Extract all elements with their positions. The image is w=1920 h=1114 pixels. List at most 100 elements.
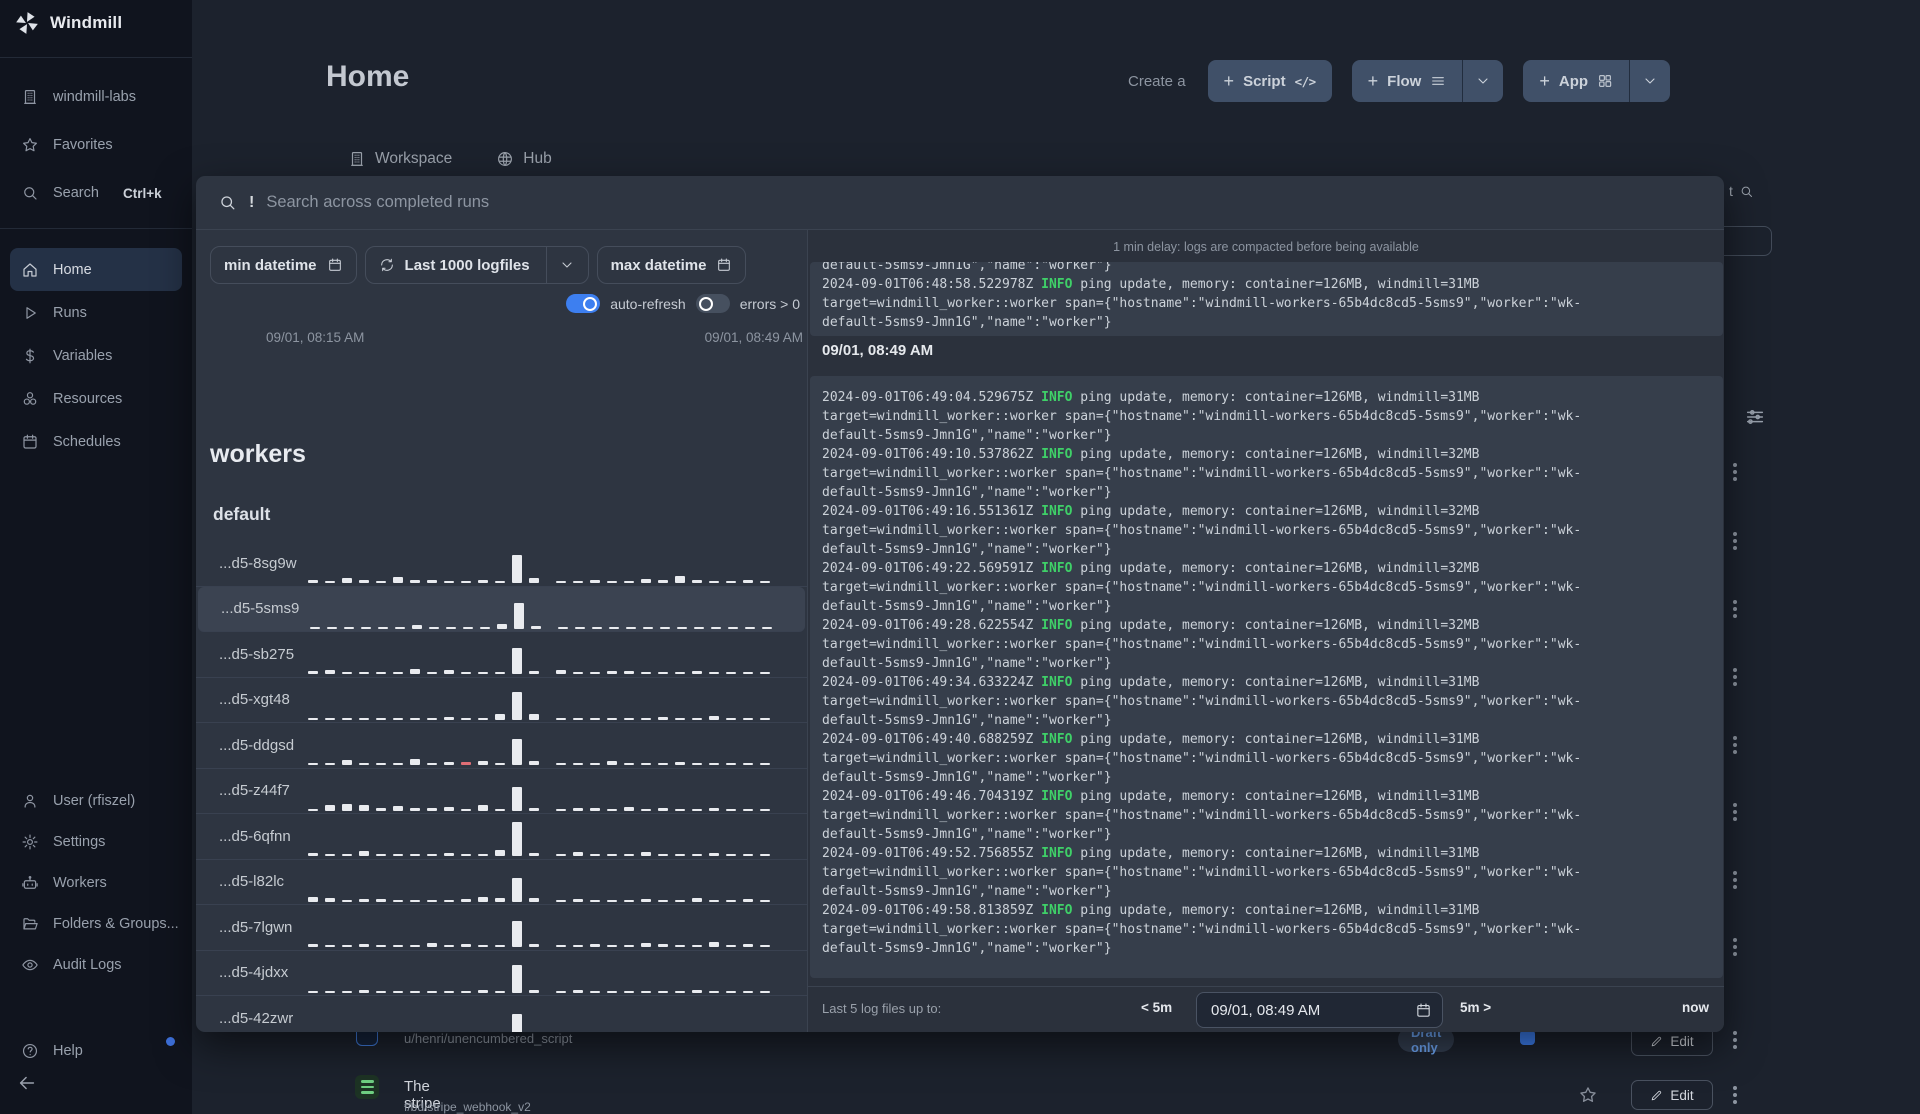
app: Home Workspace Hub Create a + Script </> +… bbox=[0, 0, 1920, 1114]
building-icon bbox=[348, 150, 366, 168]
sidebar-item-label: Runs bbox=[53, 304, 87, 321]
row-menu-kebab-icon[interactable] bbox=[1733, 463, 1738, 481]
robot-icon bbox=[21, 874, 39, 892]
worker-row-d5-4jdxx[interactable]: ...d5-4jdxx bbox=[196, 951, 807, 996]
min-datetime-button[interactable]: min datetime bbox=[210, 246, 357, 284]
sidebar-item-label: Variables bbox=[53, 347, 113, 364]
row-menu-kebab-icon[interactable] bbox=[1733, 1031, 1738, 1049]
range-start: 09/01, 08:15 AM bbox=[266, 330, 365, 345]
worker-row-d5-6qfnn[interactable]: ...d5-6qfnn bbox=[196, 814, 807, 860]
log-level-info: INFO bbox=[1041, 903, 1073, 918]
tab-hub[interactable]: Hub bbox=[496, 150, 552, 168]
sidebar-item-search[interactable]: Search Ctrl+k bbox=[0, 169, 192, 217]
sidebar-item-folders-groups[interactable]: Folders & Groups... bbox=[0, 903, 192, 944]
create-app-button[interactable]: + App bbox=[1523, 60, 1671, 102]
worker-name: ...d5-z44f7 bbox=[219, 782, 290, 800]
worker-row-d5-xgt48[interactable]: ...d5-xgt48 bbox=[196, 678, 807, 723]
max-datetime-button[interactable]: max datetime bbox=[596, 246, 747, 284]
now-button[interactable]: now bbox=[1682, 1000, 1709, 1015]
worker-row-d5-7lgwn[interactable]: ...d5-7lgwn bbox=[196, 905, 807, 951]
sidebar-item-label: Resources bbox=[53, 390, 123, 407]
logfiles-select[interactable]: Last 1000 logfiles bbox=[364, 246, 589, 284]
create-flow-dropdown[interactable] bbox=[1462, 60, 1503, 102]
chevron-down-icon bbox=[1475, 73, 1491, 89]
sidebar-item-runs[interactable]: Runs bbox=[0, 291, 192, 334]
search-icon bbox=[1739, 184, 1754, 199]
worker-row-d5-z44f7[interactable]: ...d5-z44f7 bbox=[196, 769, 807, 814]
globe-icon bbox=[496, 150, 514, 168]
row-menu-kebab-icon[interactable] bbox=[1733, 938, 1738, 956]
sidebar-item-audit-logs[interactable]: Audit Logs bbox=[0, 944, 192, 985]
sidebar-item-schedules[interactable]: Schedules bbox=[0, 420, 192, 463]
items-search-fragment[interactable]: t bbox=[1729, 183, 1754, 199]
home-tabs: Workspace Hub bbox=[348, 150, 552, 168]
create-flow-button[interactable]: + Flow bbox=[1351, 60, 1504, 102]
create-script-button[interactable]: + Script </> bbox=[1207, 60, 1332, 102]
search-fragment-text: t bbox=[1729, 183, 1733, 199]
edit-button[interactable]: Edit bbox=[1631, 1080, 1713, 1110]
favorite-star-icon[interactable] bbox=[1578, 1085, 1598, 1105]
runs-search-input[interactable]: ! Search across completed runs bbox=[196, 176, 1724, 230]
sidebar-item-settings[interactable]: Settings bbox=[0, 821, 192, 862]
row-menu-kebab-icon[interactable] bbox=[1733, 1086, 1738, 1104]
pencil-icon bbox=[1650, 1089, 1663, 1102]
row-menu-kebab-icon[interactable] bbox=[1733, 532, 1738, 550]
search-placeholder: Search across completed runs bbox=[266, 193, 490, 211]
calendar-icon bbox=[327, 257, 343, 273]
brand[interactable]: Windmill bbox=[14, 10, 122, 36]
divider bbox=[545, 246, 547, 284]
log-datetime-input[interactable]: 09/01, 08:49 AM bbox=[1196, 992, 1443, 1028]
collapse-sidebar-icon[interactable] bbox=[16, 1072, 38, 1094]
chevron-down-icon bbox=[559, 257, 575, 273]
create-app-dropdown[interactable] bbox=[1629, 60, 1670, 102]
tab-workspace-label: Workspace bbox=[375, 150, 453, 167]
tab-workspace[interactable]: Workspace bbox=[348, 150, 452, 168]
worker-row-d5-l82lc[interactable]: ...d5-l82lc bbox=[196, 860, 807, 905]
home-icon bbox=[21, 261, 39, 279]
worker-activity-sparkline bbox=[308, 684, 770, 720]
log-level-info: INFO bbox=[1041, 447, 1073, 462]
log-block-top[interactable]: default-5sms9-Jmn1G","name":"worker"} 202… bbox=[810, 262, 1723, 336]
worker-activity-sparkline bbox=[308, 638, 770, 675]
sidebar-item-variables[interactable]: Variables bbox=[0, 334, 192, 377]
row-menu-kebab-icon[interactable] bbox=[1733, 736, 1738, 754]
log-block-main[interactable]: 2024-09-01T06:49:04.529675Z INFO ping up… bbox=[810, 376, 1723, 978]
sidebar-item-home[interactable]: Home bbox=[10, 248, 182, 291]
worker-row-d5-8sg9w[interactable]: ...d5-8sg9w bbox=[196, 541, 807, 587]
row-menu-kebab-icon[interactable] bbox=[1733, 871, 1738, 889]
sidebar-item-user-rfiszel[interactable]: User (rfiszel) bbox=[0, 780, 192, 821]
star-icon bbox=[21, 136, 39, 154]
sidebar-item-workers[interactable]: Workers bbox=[0, 862, 192, 903]
folder-icon bbox=[21, 915, 39, 933]
row-menu-kebab-icon[interactable] bbox=[1733, 803, 1738, 821]
worker-name: ...d5-l82lc bbox=[219, 873, 285, 891]
errors-toggle[interactable] bbox=[695, 294, 730, 313]
forward-5m-button[interactable]: 5m > bbox=[1460, 1000, 1491, 1015]
sidebar-item-label: Folders & Groups... bbox=[53, 915, 179, 932]
sidebar-item-help[interactable]: Help bbox=[0, 1030, 192, 1071]
worker-row-d5-ddgsd[interactable]: ...d5-ddgsd bbox=[196, 723, 807, 769]
calendar-icon bbox=[1415, 1002, 1432, 1019]
worker-name: ...d5-42zwr bbox=[219, 1009, 294, 1027]
worker-name: ...d5-sb275 bbox=[219, 645, 295, 663]
log-level-info: INFO bbox=[1041, 561, 1073, 576]
worker-row-d5-sb275[interactable]: ...d5-sb275 bbox=[196, 632, 807, 678]
sidebar-item-favorites[interactable]: Favorites bbox=[0, 121, 192, 169]
deploy-mini-icon[interactable] bbox=[1520, 1030, 1535, 1045]
sidebar-item-windmill-labs[interactable]: windmill-labs bbox=[0, 73, 192, 121]
back-5m-button[interactable]: < 5m bbox=[1141, 1000, 1172, 1015]
worker-row-d5-42zwr[interactable]: ...d5-42zwr bbox=[196, 996, 807, 1032]
log-delay-notice: 1 min delay: logs are compacted before b… bbox=[1113, 240, 1419, 254]
item-path: u/henri/unencumbered_script bbox=[404, 1031, 573, 1046]
eye-icon bbox=[21, 956, 39, 974]
divider bbox=[0, 57, 192, 58]
auto-refresh-toggle[interactable] bbox=[566, 294, 601, 313]
sidebar-item-label: Favorites bbox=[53, 137, 113, 153]
user-icon bbox=[21, 792, 39, 810]
row-menu-kebab-icon[interactable] bbox=[1733, 600, 1738, 618]
view-settings-icon[interactable] bbox=[1744, 406, 1766, 426]
row-menu-kebab-icon[interactable] bbox=[1733, 668, 1738, 686]
sidebar-item-resources[interactable]: Resources bbox=[0, 377, 192, 420]
windmill-logo-icon bbox=[14, 10, 40, 36]
worker-row-d5-5sms9[interactable]: ...d5-5sms9 bbox=[198, 586, 805, 632]
